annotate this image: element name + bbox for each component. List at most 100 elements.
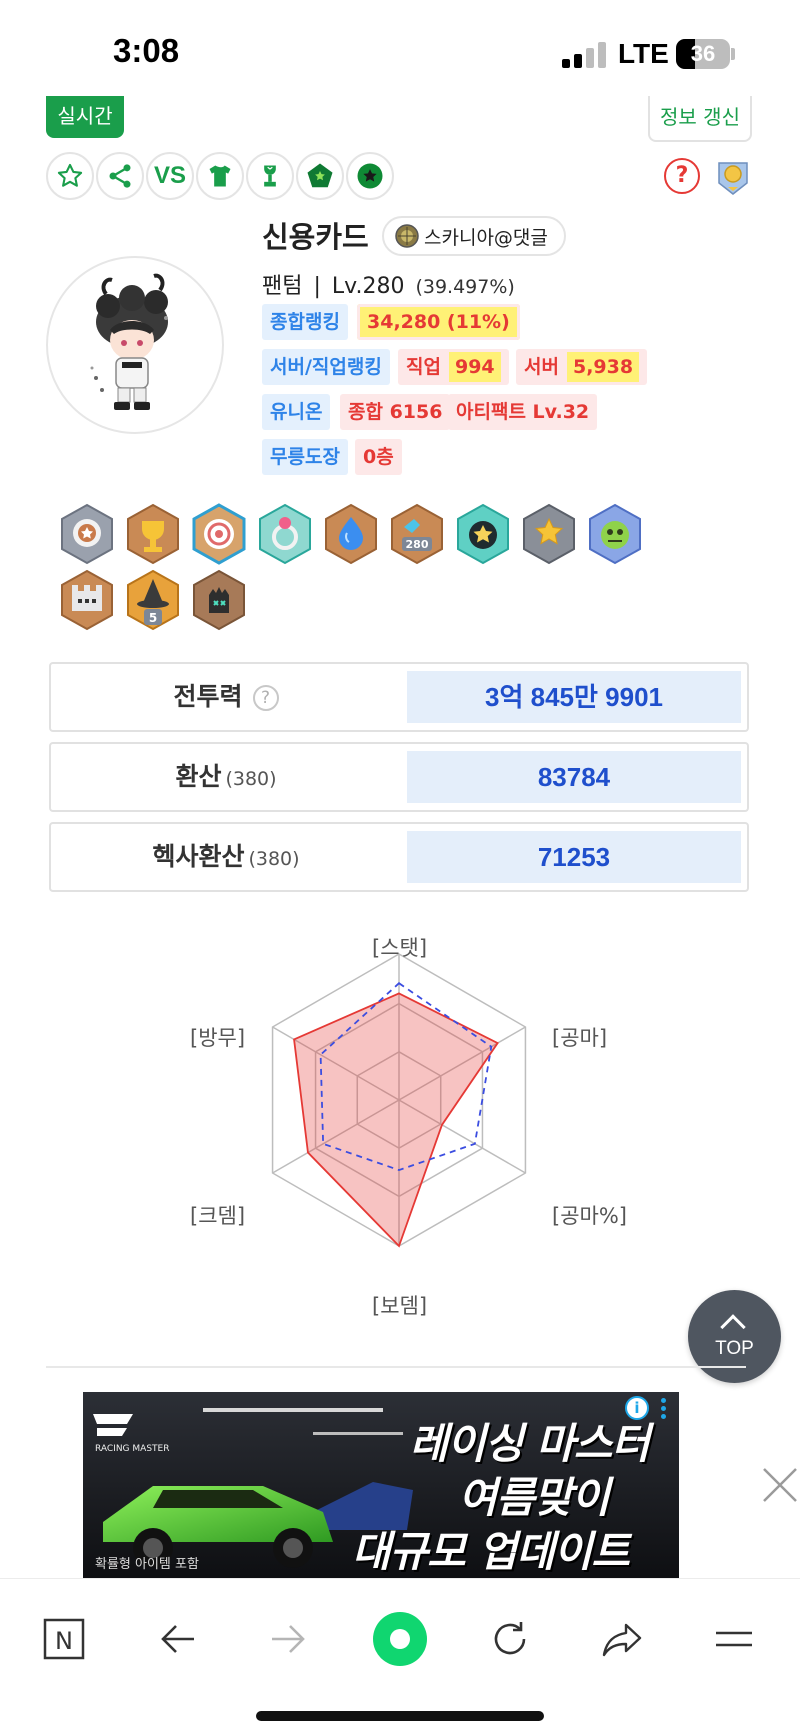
overall-rank-label[interactable]: 종합랭킹 [262,304,348,340]
medal-gold-star-icon[interactable] [520,503,578,565]
share-page-button[interactable] [592,1609,652,1669]
medal-witch-hat-icon[interactable]: 5 [124,569,182,631]
character-avatar [46,256,224,434]
reload-button[interactable] [480,1609,540,1669]
ad-headline-1: 레이싱 마스터 [409,1419,650,1468]
battery-nub [731,48,735,60]
realtime-button[interactable]: 실시간 [46,96,124,138]
pentagon-star-icon [307,163,333,188]
medal-dark-glove-icon[interactable] [190,569,248,631]
section-divider [46,1366,746,1368]
combat-power-label: 전투력 [173,682,243,711]
union-button[interactable] [296,152,344,200]
menu-icon [716,1631,752,1647]
vs-label: VS [153,162,186,189]
naver-home-button[interactable]: N [34,1609,94,1669]
medal-280-text: 280 [406,538,429,551]
battery-level: 36 [690,41,716,66]
medal-blue-drop-icon[interactable] [322,503,380,565]
medal-280-icon[interactable]: 280 [388,503,446,565]
share-button[interactable] [96,152,144,200]
star-icon [57,163,83,187]
radar-svg [271,953,527,1248]
ad-headline-3: 대규모 업데이트 [351,1527,630,1576]
home-indicator [256,1711,544,1721]
ad-headline-2: 여름맞이 [458,1473,610,1522]
medal-target-icon[interactable] [190,503,248,565]
server-rank-label: 서버 [524,356,559,378]
job-rank-tag: 직업 994 [398,349,509,385]
ad-more-icon[interactable] [661,1398,667,1420]
server-rank-tag: 서버 5,938 [516,349,648,385]
status-time: 3:08 [113,32,180,69]
exp-percent: (39.497%) [415,276,515,298]
scroll-top-button[interactable]: TOP [688,1290,781,1383]
combat-power-row: 전투력? 3억 845만 9901 [49,662,749,732]
mastery-button[interactable] [346,152,394,200]
ad-banner[interactable]: RACING MASTER 레이싱 마스터 여름맞이 대규모 업데이트 확률형 … [83,1392,679,1578]
forward-button[interactable] [258,1609,318,1669]
shirt-icon [209,165,231,187]
combat-power-label-cell: 전투력? [51,664,401,730]
trophy-button[interactable] [246,152,294,200]
medal-dark-star-icon[interactable] [454,503,512,565]
character-name: 신용카드 [262,220,369,254]
medal-gold-trophy-icon[interactable] [124,503,182,565]
union-total-value: 종합 6156 [340,394,451,430]
favorite-star-button[interactable] [46,152,94,200]
union-label[interactable]: 유니온 [262,394,331,430]
medal-ring-icon[interactable] [256,503,314,565]
forward-arrow-icon [272,1625,305,1653]
share-icon [109,164,131,188]
ad-info-icon[interactable]: i [625,1396,649,1420]
ad-close-icon[interactable] [760,1465,800,1505]
server-job-rank-label[interactable]: 서버/직업랭킹 [262,349,390,385]
ad-brand-text: RACING MASTER [95,1444,170,1454]
hexa-conversion-value: 71253 [407,831,741,883]
dojo-floor-value: 0층 [355,439,402,475]
naver-n-icon: N [43,1618,85,1660]
ad-disclaimer: 확률형 아이템 포함 [95,1557,199,1572]
artifact-level-value: 아티팩트 Lv.32 [448,394,598,430]
conversion-sub: (380) [225,768,277,790]
overall-rank-value: 34,280 (11%) [357,304,520,340]
hexa-conversion-row: 헥사환산 (380) 71253 [49,822,749,892]
chevron-up-icon [720,1314,746,1340]
equipment-button[interactable] [196,152,244,200]
rank-badge-icon[interactable] [716,158,750,196]
guild-chip[interactable]: 스카니아@댓글 [382,216,566,256]
combat-power-value: 3억 845만 9901 [407,671,741,723]
radar-character-series [293,992,499,1248]
circle-star-icon [357,163,383,189]
hexa-conversion-label: 헥사환산 [152,842,245,871]
combat-help-icon[interactable]: ? [252,685,279,711]
medal-castle-icon[interactable] [58,569,116,631]
back-arrow-icon [161,1625,194,1653]
hexa-conversion-sub: (380) [248,848,300,870]
hexa-label-cell: 헥사환산 (380) [51,824,401,890]
character-sprite [90,273,168,410]
menu-button[interactable] [704,1609,764,1669]
refresh-info-button[interactable]: 정보 갱신 [648,96,752,142]
status-bar: 3:08 LTE 36 [0,0,800,100]
job-separator: | [313,274,321,299]
conversion-value: 83784 [407,751,741,803]
medal-5-text: 5 [149,611,157,625]
medal-bronze-icon[interactable] [58,503,116,565]
conversion-label-cell: 환산 (380) [51,744,401,810]
green-dot-home-icon [373,1612,427,1666]
guild-emblem-icon [395,224,419,248]
medal-green-creature-icon[interactable] [586,503,644,565]
server-rank-value: 5,938 [566,352,640,382]
back-button[interactable] [148,1609,208,1669]
signal-icon [562,42,606,68]
job-level-line: 팬텀 | Lv.280 (39.497%) [262,268,515,300]
share-arrow-icon [602,1623,642,1657]
dojo-label[interactable]: 무릉도장 [262,439,348,475]
vs-compare-button[interactable]: VS [146,152,194,200]
reload-icon [494,1622,526,1655]
scroll-top-label: TOP [715,1338,754,1359]
green-dot-button[interactable] [370,1609,430,1669]
help-icon[interactable]: ? [664,158,700,194]
network-type: LTE [618,38,669,69]
